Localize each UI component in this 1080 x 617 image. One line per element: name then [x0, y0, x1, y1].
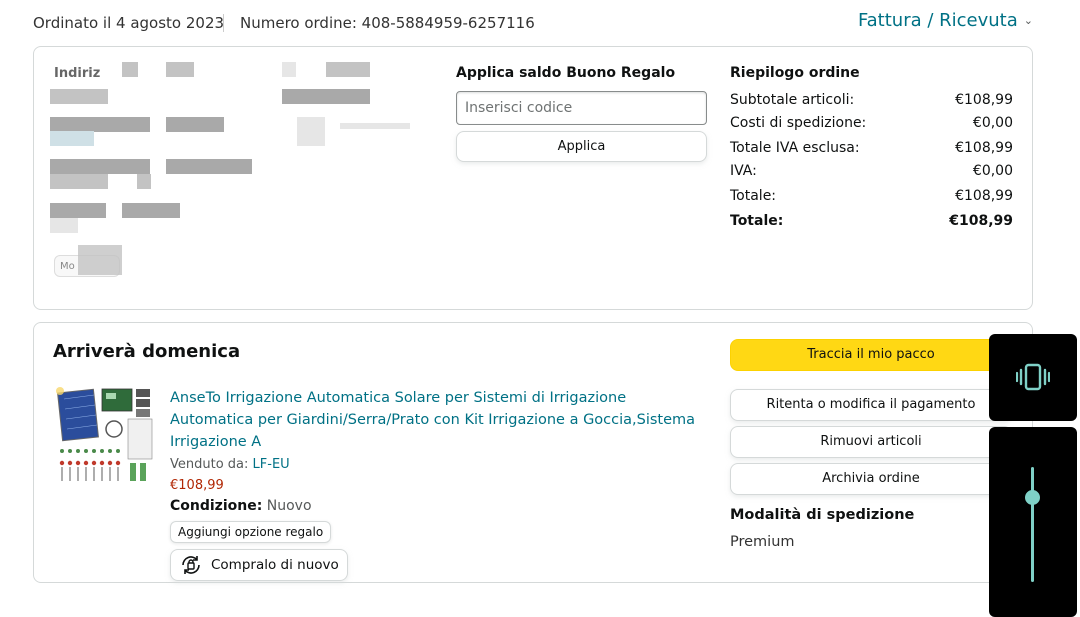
retry-payment-button[interactable]: Ritenta o modifica il pagamento	[730, 389, 1012, 421]
product-price: €108,99	[170, 478, 224, 493]
summary-grand-total: Totale: €108,99	[730, 213, 1013, 229]
summary-row: Costi di spedizione: €0,00	[730, 115, 1013, 131]
remove-items-button[interactable]: Rimuovi articoli	[730, 426, 1012, 458]
summary-row: Totale: €108,99	[730, 188, 1013, 204]
track-package-button[interactable]: Traccia il mio pacco	[730, 339, 1012, 371]
archive-order-button[interactable]: Archivia ordine	[730, 463, 1012, 495]
shipping-mode-value: Premium	[730, 534, 795, 550]
product-info: AnseTo Irrigazione Automatica Solare per…	[170, 387, 710, 581]
summary-title: Riepilogo ordine	[730, 65, 860, 81]
order-actions: Traccia il mio pacco Ritenta o modifica …	[730, 339, 1012, 500]
order-summary: Riepilogo ordine Subtotale articoli: €108…	[730, 65, 1013, 233]
volume-panel	[989, 427, 1077, 617]
order-number: Numero ordine: 408-5884959-6257116	[240, 14, 535, 32]
summary-row: IVA: €0,00	[730, 163, 1013, 179]
product-title-link[interactable]: AnseTo Irrigazione Automatica Solare per…	[170, 387, 710, 453]
chevron-down-icon: ⌄	[1023, 14, 1033, 27]
header-divider	[223, 14, 224, 32]
volume-slider-track[interactable]	[1031, 467, 1034, 582]
buy-again-button[interactable]: Compralo di nuovo	[170, 549, 348, 581]
product-image[interactable]	[56, 385, 156, 487]
order-details-card: Indiriz Mo Applica saldo Buono Regalo Ap…	[33, 46, 1033, 310]
volume-slider-thumb[interactable]	[1025, 490, 1040, 505]
summary-row: Subtotale articoli: €108,99	[730, 92, 1013, 108]
address-label: Indiriz	[54, 66, 101, 81]
invoice-dropdown[interactable]: Fattura / Ricevuta ⌄	[858, 10, 1033, 31]
shipping-address-blurred: Indiriz Mo	[50, 59, 430, 279]
gift-code-input[interactable]	[456, 91, 707, 125]
order-date: Ordinato il 4 agosto 2023	[33, 14, 225, 32]
seller-link[interactable]: LF-EU	[253, 457, 290, 472]
vibrate-toggle[interactable]	[989, 334, 1077, 421]
apply-button[interactable]: Applica	[456, 131, 707, 162]
add-gift-option-button[interactable]: Aggiungi opzione regalo	[170, 521, 332, 543]
shipping-mode-title: Modalità di spedizione	[730, 507, 915, 523]
buy-again-icon	[182, 556, 200, 574]
summary-row: Totale IVA esclusa: €108,99	[730, 140, 1013, 156]
arrival-heading: Arriverà domenica	[53, 341, 241, 362]
vibrate-icon	[1016, 363, 1050, 391]
product-condition: Condizione: Nuovo	[170, 498, 312, 514]
gift-card-section: Applica saldo Buono Regalo Applica	[456, 65, 708, 162]
order-header: Ordinato il 4 agosto 2023 Numero ordine:…	[33, 10, 1033, 36]
seller-line: Venduto da: LF-EU	[170, 457, 290, 472]
buy-again-label: Compralo di nuovo	[211, 557, 339, 573]
invoice-label: Fattura / Ricevuta	[857, 10, 1018, 31]
shipment-card: Arriverà domenica AnseTo Irrigazione Aut…	[33, 322, 1033, 583]
gift-card-title: Applica saldo Buono Regalo	[456, 65, 676, 81]
